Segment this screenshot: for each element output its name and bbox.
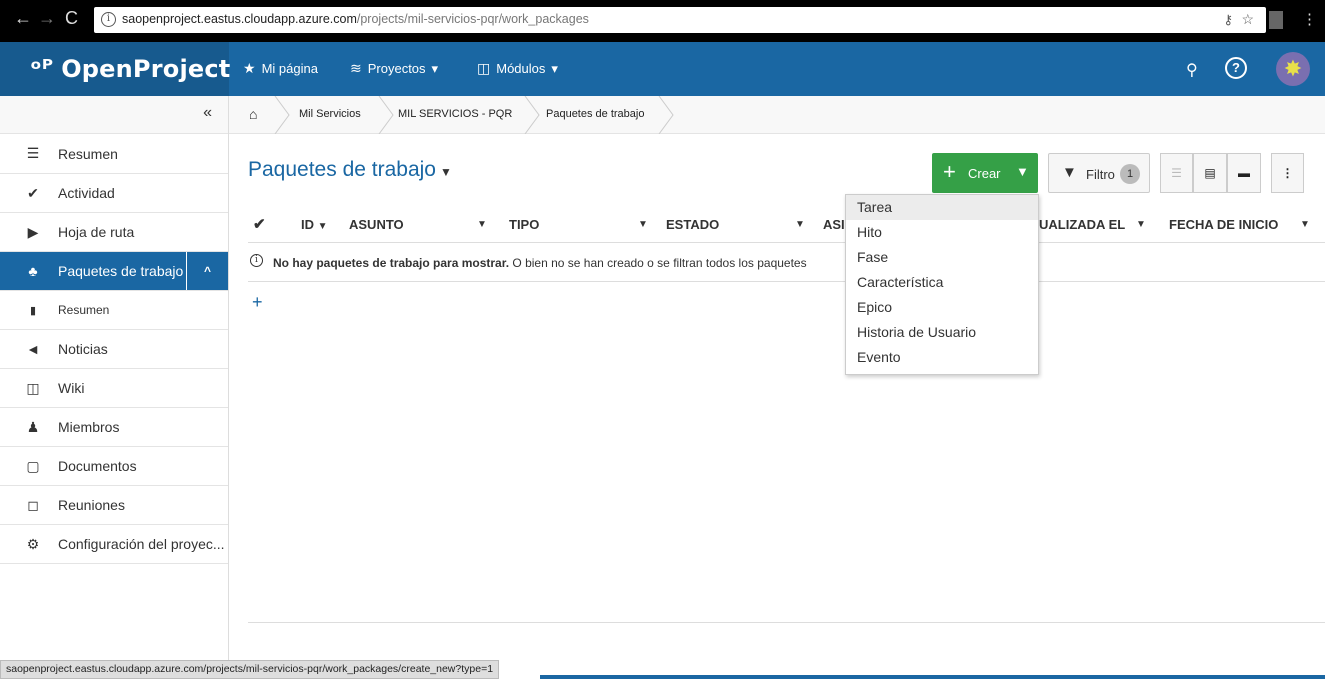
modules-icon: ◫: [477, 60, 491, 76]
openproject-logo[interactable]: ᵒᴾ OpenProject: [30, 55, 230, 83]
sidebar-item-wiki[interactable]: ◫ Wiki: [0, 369, 228, 408]
info-icon: i: [250, 254, 263, 267]
breadcrumb: ⌂ Mil Servicios MIL SERVICIOS - PQR Paqu…: [229, 96, 1325, 134]
breadcrumb-separator: [658, 96, 674, 134]
list-icon: ☰: [26, 145, 40, 161]
create-type-dropdown: Tarea Hito Fase Característica Epico His…: [845, 194, 1039, 375]
sidebar-item-meetings[interactable]: ◻ Reuniones: [0, 486, 228, 525]
dropdown-item-task[interactable]: Tarea: [846, 195, 1038, 220]
sidebar-item-news[interactable]: ◄ Noticias: [0, 330, 228, 369]
sidebar-item-project-settings[interactable]: ⚙ Configuración del proyec...: [0, 525, 228, 564]
column-header-type[interactable]: TIPO: [509, 217, 539, 232]
create-button[interactable]: + Crear ▼: [932, 153, 1038, 193]
checkmark-icon: ✔: [27, 184, 39, 201]
search-icon[interactable]: ⚲: [1186, 60, 1198, 80]
bar-chart-icon: ▮: [29, 304, 37, 317]
menu-kebab-icon[interactable]: ⋮: [1302, 10, 1317, 28]
sort-caret-icon[interactable]: ▼: [795, 219, 805, 230]
filter-button[interactable]: ▼ Filtro 1: [1048, 153, 1150, 193]
chevron-down-icon: ▾: [431, 60, 439, 76]
forward-arrow-icon[interactable]: →: [38, 8, 56, 28]
logo-mark-icon: ᵒᴾ: [30, 55, 54, 83]
breadcrumb-separator: [524, 96, 540, 134]
column-header-assignee[interactable]: ASI: [823, 217, 845, 232]
table-bottom-divider: [248, 622, 1325, 623]
breadcrumb-item[interactable]: Mil Servicios: [299, 108, 361, 120]
caret-down-icon: ▼: [439, 165, 452, 179]
key-icon[interactable]: ⚷: [1223, 12, 1233, 28]
sidebar-item-documents[interactable]: ▢ Documentos: [0, 447, 228, 486]
empty-table-message: i No hay paquetes de trabajo para mostra…: [248, 244, 1325, 282]
star-icon[interactable]: ☆: [1241, 11, 1254, 28]
caret-down-icon: ▼: [1016, 164, 1029, 179]
more-options-icon[interactable]: ⋮: [1271, 153, 1304, 193]
chevron-up-icon[interactable]: ^: [186, 252, 228, 290]
sidebar-item-overview[interactable]: ☰ Resumen: [0, 134, 228, 174]
info-icon[interactable]: i: [101, 12, 116, 27]
megaphone-icon: ◄: [26, 341, 40, 357]
chevron-down-icon: ▾: [551, 60, 558, 76]
roadmap-icon: ▶: [27, 223, 39, 240]
extension-icon[interactable]: [1269, 11, 1283, 29]
sort-caret-icon[interactable]: ▼: [1300, 219, 1310, 230]
sidebar-top: «: [0, 96, 228, 134]
table-header: ✔ ID ▼ ASUNTO ▼ TIPO ▼ ESTADO ▼ ASI UALI…: [248, 205, 1325, 243]
sidebar: « ☰ Resumen ✔ Actividad ▶ Hoja de ruta ♣…: [0, 96, 229, 679]
breadcrumb-separator: [378, 96, 394, 134]
breadcrumb-item[interactable]: MIL SERVICIOS - PQR: [398, 108, 512, 120]
hierarchy-icon: ♣: [28, 263, 38, 279]
column-header-subject[interactable]: ASUNTO: [349, 217, 404, 232]
members-icon: ♟: [26, 418, 40, 435]
speech-bubble-icon: ◻: [27, 496, 39, 513]
avatar[interactable]: ✸: [1276, 52, 1310, 86]
dropdown-item-phase[interactable]: Fase: [846, 245, 1038, 270]
sidebar-item-activity[interactable]: ✔ Actividad: [0, 174, 228, 213]
dropdown-item-epic[interactable]: Epico: [846, 295, 1038, 320]
table-view-icon[interactable]: ☰: [1160, 153, 1193, 193]
sidebar-item-roadmap[interactable]: ▶ Hoja de ruta: [0, 213, 228, 252]
dropdown-item-event[interactable]: Evento: [846, 345, 1038, 370]
footer-accent-line: [540, 675, 1325, 679]
menu-my-page[interactable]: ★ Mi página: [243, 60, 318, 77]
help-icon[interactable]: ?: [1225, 57, 1247, 79]
filter-icon: ▼: [1062, 164, 1077, 181]
filter-count-badge: 1: [1120, 164, 1140, 184]
breadcrumb-separator: [274, 96, 290, 134]
column-header-updated[interactable]: UALIZADA EL: [1039, 217, 1125, 232]
sidebar-item-summary[interactable]: ▮ Resumen: [0, 291, 228, 330]
select-all-checkmark-icon[interactable]: ✔: [253, 215, 266, 233]
home-icon[interactable]: ⌂: [249, 106, 257, 122]
sort-caret-icon[interactable]: ▼: [638, 219, 648, 230]
document-icon: ▢: [26, 457, 40, 474]
sidebar-item-members[interactable]: ♟ Miembros: [0, 408, 228, 447]
column-header-start-date[interactable]: FECHA DE INICIO: [1169, 217, 1278, 232]
dropdown-item-user-story[interactable]: Historia de Usuario: [846, 320, 1038, 345]
plus-icon: +: [943, 159, 956, 184]
layers-icon: ≋: [350, 60, 362, 76]
sort-caret-icon[interactable]: ▼: [477, 219, 487, 230]
collapse-sidebar-icon[interactable]: «: [203, 104, 212, 122]
reload-icon[interactable]: C: [65, 8, 78, 28]
split-view-icon[interactable]: ▤: [1193, 153, 1227, 193]
fullscreen-view-icon[interactable]: ▬: [1227, 153, 1261, 193]
sidebar-item-work-packages[interactable]: ♣ Paquetes de trabajo ^: [0, 252, 228, 291]
url-text: saopenproject.eastus.cloudapp.azure.com/…: [122, 12, 589, 26]
back-arrow-icon[interactable]: ←: [14, 8, 32, 28]
sort-caret-icon[interactable]: ▼: [1136, 219, 1146, 230]
add-row-icon[interactable]: +: [252, 292, 263, 313]
book-icon: ◫: [26, 379, 40, 396]
column-header-status[interactable]: ESTADO: [666, 217, 719, 232]
menu-projects[interactable]: ≋ Proyectos ▾: [350, 60, 438, 77]
dropdown-item-milestone[interactable]: Hito: [846, 220, 1038, 245]
breadcrumb-current: Paquetes de trabajo: [546, 108, 645, 120]
page-title[interactable]: Paquetes de trabajo ▼: [248, 158, 452, 182]
gear-icon: ⚙: [26, 535, 40, 552]
menu-modules[interactable]: ◫ Módulos ▾: [477, 60, 558, 77]
browser-status-bar: saopenproject.eastus.cloudapp.azure.com/…: [0, 660, 500, 679]
dropdown-item-feature[interactable]: Característica: [846, 270, 1038, 295]
column-header-id[interactable]: ID ▼: [301, 217, 328, 232]
address-bar[interactable]: i saopenproject.eastus.cloudapp.azure.co…: [94, 7, 1266, 33]
star-icon: ★: [243, 60, 256, 76]
